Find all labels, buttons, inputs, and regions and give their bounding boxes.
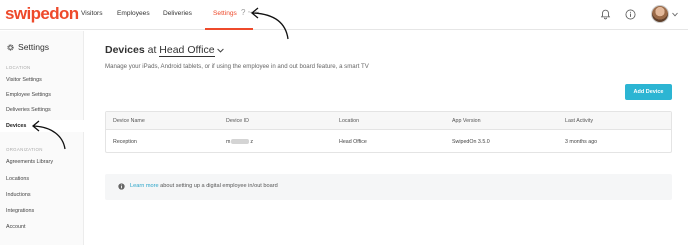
annotation-arrow-icon bbox=[31, 120, 66, 150]
redacted-blur bbox=[231, 139, 250, 145]
info-text: Learn more about setting up a digital em… bbox=[130, 183, 278, 189]
info-icon bbox=[118, 183, 125, 190]
location-selector[interactable]: Head Office bbox=[159, 44, 215, 57]
cell-device-id: mz bbox=[226, 139, 253, 145]
swipedon-logo[interactable]: swipedon bbox=[5, 5, 79, 23]
sidebar-title-label: Settings bbox=[18, 42, 50, 52]
column-header-device-name: Device Name bbox=[113, 118, 145, 124]
nav-visitors[interactable]: Visitors bbox=[81, 10, 103, 17]
sidebar-item-account[interactable]: Account bbox=[0, 221, 84, 233]
page-title-devices: Devices bbox=[105, 44, 145, 56]
column-header-app-version: App Version bbox=[452, 118, 481, 124]
cell-device-name: Reception bbox=[113, 139, 137, 145]
info-text-body: about setting up a digital employee in/o… bbox=[158, 183, 278, 189]
add-device-button[interactable]: Add Device bbox=[625, 84, 672, 100]
device-id-end: z bbox=[250, 139, 254, 145]
device-id-start: m bbox=[226, 139, 231, 145]
gear-icon bbox=[7, 43, 14, 51]
info-icon[interactable] bbox=[625, 9, 636, 20]
sidebar-item-deliveries-settings[interactable]: Deliveries Settings bbox=[0, 104, 84, 116]
table-row[interactable]: Reception mz Head Office SwipedOn 3.5.0 … bbox=[106, 131, 671, 153]
sidebar-title: Settings bbox=[6, 42, 49, 52]
section-label-location: LOCATION bbox=[6, 65, 31, 70]
page-subtitle: Manage your iPads, Android tablets, or i… bbox=[105, 63, 369, 70]
page-title: Devices at Head Office bbox=[105, 44, 224, 57]
column-header-location: Location bbox=[339, 118, 360, 124]
devices-table: Device Name Device ID Location App Versi… bbox=[105, 111, 672, 153]
top-navigation-bar: swipedon Visitors Employees Deliveries S… bbox=[0, 0, 688, 30]
sidebar-item-inductions[interactable]: Inductions bbox=[0, 189, 84, 201]
sidebar-item-visitor-settings[interactable]: Visitor Settings bbox=[0, 74, 84, 86]
learn-more-link[interactable]: Learn more bbox=[130, 183, 159, 189]
nav-settings[interactable]: Settings bbox=[213, 10, 237, 17]
info-banner: Learn more about setting up a digital em… bbox=[105, 174, 672, 200]
active-tab-underline bbox=[205, 28, 253, 30]
column-header-last-activity: Last Activity bbox=[565, 118, 593, 124]
table-header: Device Name Device ID Location App Versi… bbox=[106, 112, 671, 130]
chevron-down-icon[interactable] bbox=[216, 48, 224, 53]
user-avatar[interactable] bbox=[651, 5, 669, 23]
cell-location: Head Office bbox=[339, 139, 367, 145]
chevron-down-icon[interactable] bbox=[672, 12, 678, 17]
bell-icon[interactable] bbox=[600, 9, 611, 20]
sidebar-item-integrations[interactable]: Integrations bbox=[0, 205, 84, 217]
annotation-arrow-icon bbox=[250, 7, 289, 40]
sidebar-item-locations[interactable]: Locations bbox=[0, 173, 84, 185]
page-title-at: at bbox=[144, 44, 160, 56]
cell-last-activity: 3 months ago bbox=[565, 139, 598, 145]
nav-employees[interactable]: Employees bbox=[117, 10, 150, 17]
column-header-device-id: Device ID bbox=[226, 118, 249, 124]
nav-deliveries[interactable]: Deliveries bbox=[163, 10, 192, 17]
sidebar-item-agreements-library[interactable]: Agreements Library bbox=[0, 156, 84, 168]
sidebar-item-employee-settings[interactable]: Employee Settings bbox=[0, 89, 84, 101]
cell-app-version: SwipedOn 3.5.0 bbox=[452, 139, 490, 145]
